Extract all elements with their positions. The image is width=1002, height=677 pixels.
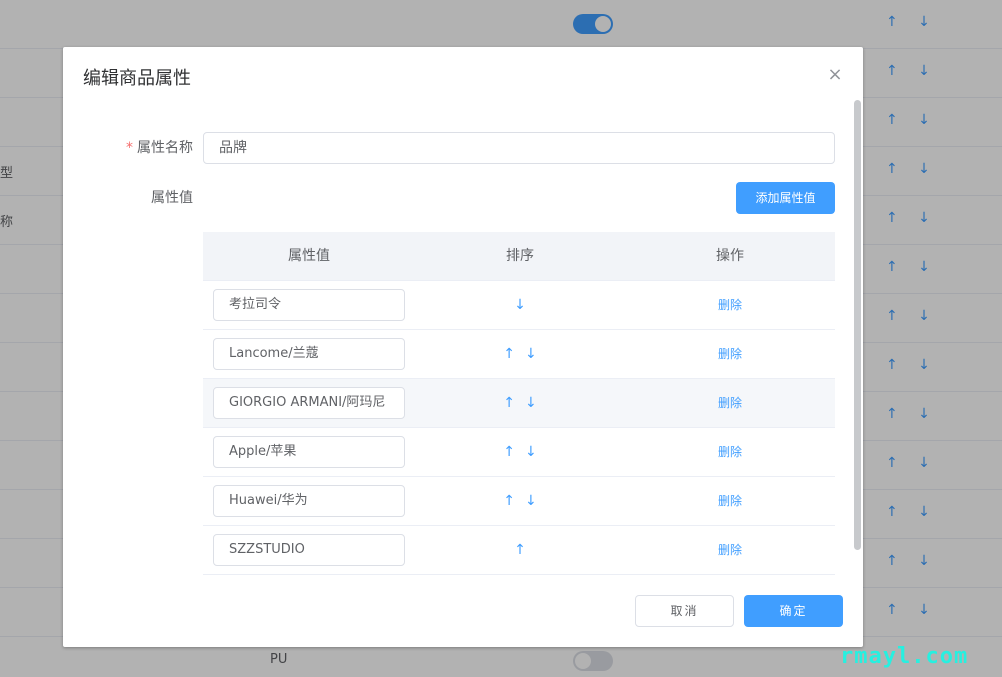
attribute-name-input[interactable]: 品牌	[203, 132, 835, 164]
move-up-icon[interactable]: ↑	[514, 543, 526, 557]
column-header-action: 操作	[716, 248, 744, 264]
move-up-icon[interactable]: ↑	[503, 494, 515, 508]
attribute-value-input[interactable]: GIORGIO ARMANI/阿玛尼	[213, 387, 405, 419]
sort-cell: ↑	[415, 526, 625, 574]
delete-link[interactable]: 删除	[625, 428, 835, 476]
delete-link[interactable]: 删除	[625, 526, 835, 574]
table-row: Apple/苹果 ↑ ↓ 删除	[203, 428, 835, 477]
move-down-icon[interactable]: ↓	[525, 396, 537, 410]
sort-cell: ↑ ↓	[415, 330, 625, 378]
column-header-sort: 排序	[506, 248, 534, 264]
delete-link[interactable]: 删除	[625, 379, 835, 427]
dialog-scrollbar[interactable]	[854, 100, 861, 550]
sort-cell: ↑ ↓	[415, 477, 625, 525]
watermark: rmayl.com	[840, 644, 969, 669]
delete-link[interactable]: 删除	[625, 330, 835, 378]
cancel-button[interactable]: 取消	[635, 595, 734, 627]
table-row: 考拉司令 ↓ 删除	[203, 281, 835, 330]
table-row: SZZSTUDIO ↑ 删除	[203, 526, 835, 575]
sort-cell: ↑ ↓	[415, 428, 625, 476]
sort-cell: ↑ ↓	[415, 379, 625, 427]
move-down-icon[interactable]: ↓	[525, 494, 537, 508]
attribute-values-table: 属性值 排序 操作 考拉司令 ↓ 删除 Lancome/兰蔻 ↑ ↓ 删除 GI…	[203, 232, 835, 575]
attribute-value-input[interactable]: Apple/苹果	[213, 436, 405, 468]
edit-attribute-dialog: 编辑商品属性 × * 属性名称 品牌 属性值 添加属性值 属性值 排序 操作 考拉…	[63, 47, 863, 647]
table-row: Huawei/华为 ↑ ↓ 删除	[203, 477, 835, 526]
move-up-icon[interactable]: ↑	[503, 347, 515, 361]
delete-link[interactable]: 删除	[625, 281, 835, 329]
table-row: GIORGIO ARMANI/阿玛尼 ↑ ↓ 删除	[203, 379, 835, 428]
move-down-icon[interactable]: ↓	[525, 347, 537, 361]
move-down-icon[interactable]: ↓	[514, 298, 526, 312]
attribute-name-label-text: 属性名称	[137, 140, 193, 156]
move-down-icon[interactable]: ↓	[525, 445, 537, 459]
table-row: Lancome/兰蔻 ↑ ↓ 删除	[203, 330, 835, 379]
attribute-value-input[interactable]: Lancome/兰蔻	[213, 338, 405, 370]
move-up-icon[interactable]: ↑	[503, 396, 515, 410]
attribute-name-label: * 属性名称	[63, 132, 193, 164]
delete-link[interactable]: 删除	[625, 477, 835, 525]
attribute-values-label: 属性值	[151, 190, 193, 206]
confirm-button[interactable]: 确定	[744, 595, 843, 627]
table-header: 属性值 排序 操作	[203, 232, 835, 281]
attribute-value-input[interactable]: SZZSTUDIO	[213, 534, 405, 566]
column-header-value: 属性值	[288, 248, 330, 264]
move-up-icon[interactable]: ↑	[503, 445, 515, 459]
attribute-value-input[interactable]: 考拉司令	[213, 289, 405, 321]
attribute-value-input[interactable]: Huawei/华为	[213, 485, 405, 517]
dialog-title: 编辑商品属性	[83, 68, 191, 89]
required-mark: *	[126, 140, 133, 156]
close-icon[interactable]: ×	[827, 65, 843, 85]
sort-cell: ↓	[415, 281, 625, 329]
add-attribute-value-button[interactable]: 添加属性值	[736, 182, 835, 214]
